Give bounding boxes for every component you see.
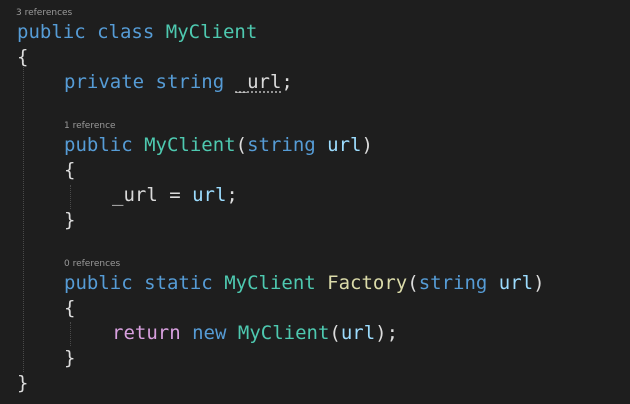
field-name[interactable]: _url xyxy=(236,71,282,93)
return-type[interactable]: MyClient xyxy=(224,272,316,294)
code-editor[interactable]: 3 references public class MyClient { pri… xyxy=(0,0,630,404)
code-line-factory-declaration[interactable]: public static MyClient Factory(string ur… xyxy=(64,271,545,295)
codelens-ctor-references[interactable]: 1 reference xyxy=(64,121,116,132)
keyword-public: public xyxy=(64,272,133,294)
paren-open: ( xyxy=(329,322,341,344)
assign-operator: = xyxy=(157,184,193,206)
semicolon: ; xyxy=(226,184,238,206)
code-line-class-declaration[interactable]: public class MyClient xyxy=(17,20,257,44)
code-line-factory-close-brace[interactable]: } xyxy=(64,346,75,370)
keyword-new: new xyxy=(192,322,227,344)
class-name[interactable]: MyClient xyxy=(166,21,258,43)
brace-close: } xyxy=(64,347,76,369)
paren-close: ) xyxy=(361,134,373,156)
code-line-ctor-open-brace[interactable]: { xyxy=(64,158,75,182)
code-line-class-open-brace[interactable]: { xyxy=(17,45,28,69)
keyword-private: private xyxy=(64,71,145,93)
indent-guide-ctor xyxy=(70,185,71,209)
keyword-public: public xyxy=(17,21,86,43)
parameter-reference[interactable]: url xyxy=(192,184,226,206)
paren-close: ) xyxy=(375,322,387,344)
brace-close: } xyxy=(64,209,76,231)
code-line-ctor-body[interactable]: _url = url; xyxy=(112,183,238,207)
keyword-class: class xyxy=(97,21,155,43)
semicolon: ; xyxy=(281,71,293,93)
indent-guide-factory xyxy=(70,322,71,346)
paren-close: ) xyxy=(533,272,545,294)
argument-reference[interactable]: url xyxy=(341,322,375,344)
keyword-return: return xyxy=(112,322,181,344)
paren-open: ( xyxy=(235,134,248,156)
semicolon: ; xyxy=(386,322,399,344)
brace-open: { xyxy=(64,159,76,181)
code-line-factory-body[interactable]: return new MyClient(url); xyxy=(112,321,398,345)
paren-open: ( xyxy=(407,272,419,294)
brace-open: { xyxy=(17,46,29,68)
indent-guide-class xyxy=(23,60,24,372)
field-reference[interactable]: _url xyxy=(112,184,158,206)
type-reference[interactable]: MyClient xyxy=(238,322,330,344)
codelens-factory-references[interactable]: 0 references xyxy=(64,259,120,270)
code-line-factory-open-brace[interactable]: { xyxy=(64,296,75,320)
code-line-ctor-close-brace[interactable]: } xyxy=(64,208,75,232)
keyword-string: string xyxy=(247,134,316,156)
ctor-name[interactable]: MyClient xyxy=(144,134,236,156)
codelens-class-references[interactable]: 3 references xyxy=(16,8,72,19)
method-name[interactable]: Factory xyxy=(327,272,407,294)
keyword-static: static xyxy=(144,272,213,294)
keyword-string: string xyxy=(155,71,225,93)
keyword-public: public xyxy=(64,134,133,156)
code-line-field-declaration[interactable]: private string _url; xyxy=(64,70,293,94)
parameter-name[interactable]: url xyxy=(499,272,533,294)
brace-close: } xyxy=(17,372,29,394)
brace-open: { xyxy=(64,297,76,319)
code-line-class-close-brace[interactable]: } xyxy=(17,371,28,395)
keyword-string: string xyxy=(418,272,488,294)
code-line-ctor-declaration[interactable]: public MyClient(string url) xyxy=(64,133,373,157)
parameter-name[interactable]: url xyxy=(327,134,361,156)
